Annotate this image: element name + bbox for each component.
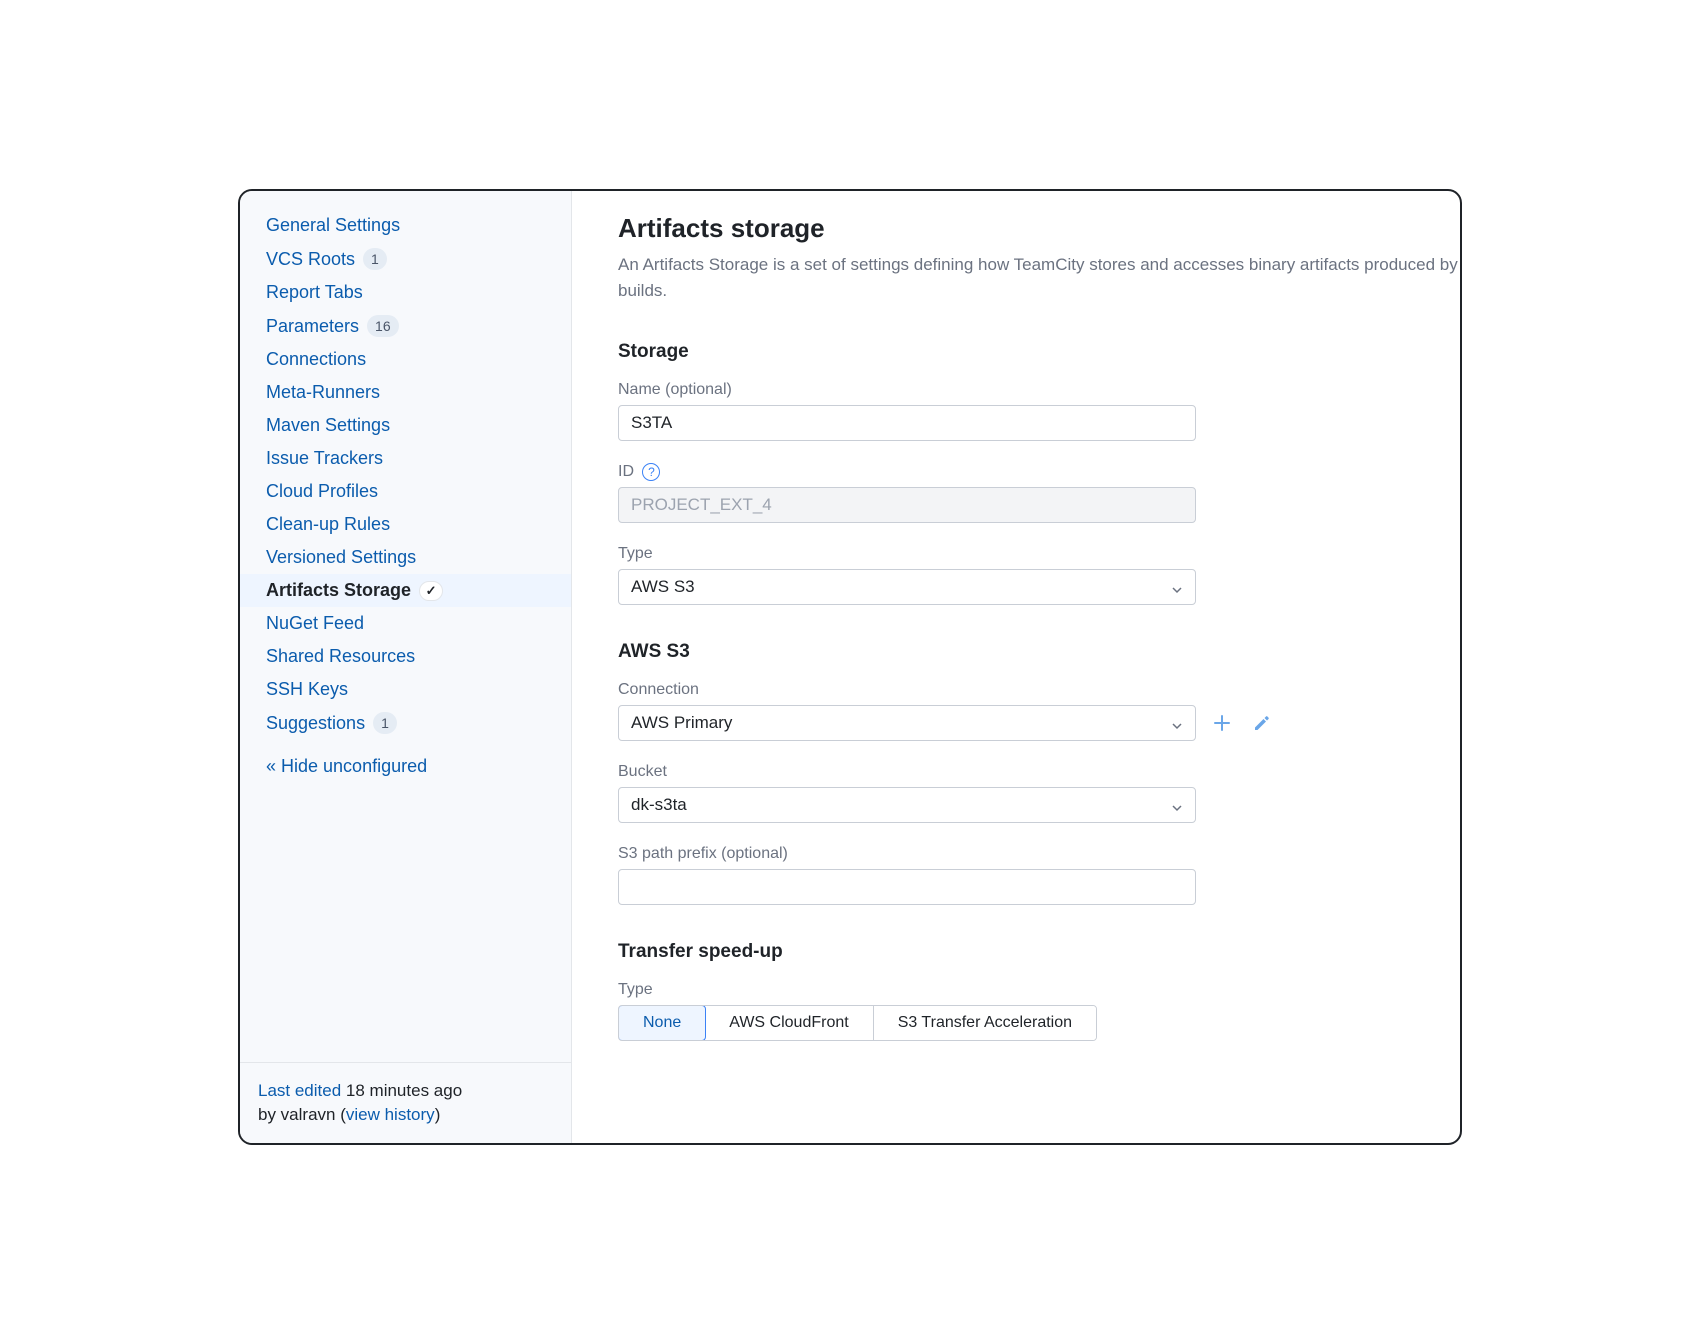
id-input xyxy=(618,487,1196,523)
sidebar-item-label: Clean-up Rules xyxy=(266,514,390,535)
transfer-type-segmented: None AWS CloudFront S3 Transfer Accelera… xyxy=(618,1005,1097,1041)
help-icon[interactable]: ? xyxy=(642,463,660,481)
sidebar-item-maven-settings[interactable]: Maven Settings xyxy=(240,409,571,442)
sidebar-item-label: NuGet Feed xyxy=(266,613,364,634)
edit-connection-button[interactable] xyxy=(1248,709,1276,737)
sidebar-item-parameters[interactable]: Parameters 16 xyxy=(240,309,571,343)
prefix-label: S3 path prefix (optional) xyxy=(618,845,1196,863)
sidebar-footer: Last edited 18 minutes ago by valravn (v… xyxy=(240,1062,571,1143)
sidebar-item-label: Issue Trackers xyxy=(266,448,383,469)
last-edited-time: 18 minutes ago xyxy=(341,1081,462,1100)
transfer-type-label: Type xyxy=(618,981,1460,999)
name-label: Name (optional) xyxy=(618,381,1196,399)
segment-s3ta[interactable]: S3 Transfer Acceleration xyxy=(874,1006,1096,1040)
section-title-transfer: Transfer speed-up xyxy=(618,941,1460,963)
bucket-label: Bucket xyxy=(618,763,1196,781)
id-label-text: ID xyxy=(618,463,634,480)
bucket-select[interactable]: dk-s3ta xyxy=(618,787,1196,823)
sidebar-item-label: Suggestions xyxy=(266,713,365,734)
sidebar-item-clean-up-rules[interactable]: Clean-up Rules xyxy=(240,508,571,541)
chevron-down-icon xyxy=(1171,717,1183,729)
count-badge: 16 xyxy=(367,315,399,337)
sidebar-item-label: Cloud Profiles xyxy=(266,481,378,502)
count-badge: 1 xyxy=(373,712,397,734)
name-field: Name (optional) xyxy=(618,381,1196,441)
sidebar-item-cloud-profiles[interactable]: Cloud Profiles xyxy=(240,475,571,508)
page-title: Artifacts storage xyxy=(618,213,1460,244)
sidebar-item-label: Connections xyxy=(266,349,366,370)
sidebar-item-label: Artifacts Storage xyxy=(266,580,411,601)
view-history-link[interactable]: view history xyxy=(346,1105,435,1124)
check-icon: ✓ xyxy=(419,581,443,601)
main-content: Artifacts storage An Artifacts Storage i… xyxy=(572,191,1460,1143)
chevron-down-icon xyxy=(1171,581,1183,593)
add-connection-button[interactable] xyxy=(1208,709,1236,737)
prefix-field: S3 path prefix (optional) xyxy=(618,845,1196,905)
type-select[interactable]: AWS S3 xyxy=(618,569,1196,605)
sidebar-item-label: Maven Settings xyxy=(266,415,390,436)
sidebar-item-label: SSH Keys xyxy=(266,679,348,700)
sidebar-item-report-tabs[interactable]: Report Tabs xyxy=(240,276,571,309)
sidebar-item-label: General Settings xyxy=(266,215,400,236)
connection-select[interactable]: AWS Primary xyxy=(618,705,1196,741)
sidebar-item-general-settings[interactable]: General Settings xyxy=(240,209,571,242)
sidebar-list: General Settings VCS Roots 1 Report Tabs… xyxy=(240,191,571,1062)
hide-unconfigured-link[interactable]: « Hide unconfigured xyxy=(240,740,571,781)
chevron-down-icon xyxy=(1171,799,1183,811)
section-title-aws-s3: AWS S3 xyxy=(618,641,1460,663)
sidebar-item-label: Shared Resources xyxy=(266,646,415,667)
type-label: Type xyxy=(618,545,1196,563)
type-select-value: AWS S3 xyxy=(631,577,695,597)
sidebar-item-nuget-feed[interactable]: NuGet Feed xyxy=(240,607,571,640)
sidebar-item-connections[interactable]: Connections xyxy=(240,343,571,376)
sidebar-item-shared-resources[interactable]: Shared Resources xyxy=(240,640,571,673)
sidebar-item-meta-runners[interactable]: Meta-Runners xyxy=(240,376,571,409)
bucket-select-value: dk-s3ta xyxy=(631,795,687,815)
app-frame: General Settings VCS Roots 1 Report Tabs… xyxy=(238,189,1462,1145)
prefix-input[interactable] xyxy=(618,869,1196,905)
last-edited-link[interactable]: Last edited xyxy=(258,1081,341,1100)
page-description: An Artifacts Storage is a set of setting… xyxy=(618,252,1458,303)
type-field: Type AWS S3 xyxy=(618,545,1196,605)
sidebar-item-artifacts-storage[interactable]: Artifacts Storage ✓ xyxy=(240,574,571,607)
sidebar-item-ssh-keys[interactable]: SSH Keys xyxy=(240,673,571,706)
sidebar-item-versioned-settings[interactable]: Versioned Settings xyxy=(240,541,571,574)
transfer-section: Transfer speed-up Type None AWS CloudFro… xyxy=(618,941,1460,1041)
bucket-field: Bucket dk-s3ta xyxy=(618,763,1196,823)
count-badge: 1 xyxy=(363,248,387,270)
edited-by-text: by valravn ( xyxy=(258,1105,346,1124)
connection-select-value: AWS Primary xyxy=(631,713,732,733)
sidebar-item-suggestions[interactable]: Suggestions 1 xyxy=(240,706,571,740)
name-input[interactable] xyxy=(618,405,1196,441)
sidebar-item-label: Report Tabs xyxy=(266,282,363,303)
connection-label: Connection xyxy=(618,681,1460,699)
sidebar-item-label: Meta-Runners xyxy=(266,382,380,403)
close-paren: ) xyxy=(435,1105,441,1124)
sidebar-item-label: Parameters xyxy=(266,316,359,337)
settings-sidebar: General Settings VCS Roots 1 Report Tabs… xyxy=(240,191,572,1143)
sidebar-item-issue-trackers[interactable]: Issue Trackers xyxy=(240,442,571,475)
aws-s3-section: AWS S3 Connection AWS Primary xyxy=(618,641,1460,905)
section-title-storage: Storage xyxy=(618,341,1460,363)
sidebar-item-vcs-roots[interactable]: VCS Roots 1 xyxy=(240,242,571,276)
segment-none[interactable]: None xyxy=(618,1005,706,1041)
connection-row: AWS Primary xyxy=(618,705,1278,741)
id-label: ID ? xyxy=(618,463,1196,481)
id-field: ID ? xyxy=(618,463,1196,523)
segment-cloudfront[interactable]: AWS CloudFront xyxy=(705,1006,873,1040)
storage-section: Storage Name (optional) ID ? Type AWS S3 xyxy=(618,341,1460,605)
sidebar-item-label: Versioned Settings xyxy=(266,547,416,568)
sidebar-item-label: VCS Roots xyxy=(266,249,355,270)
